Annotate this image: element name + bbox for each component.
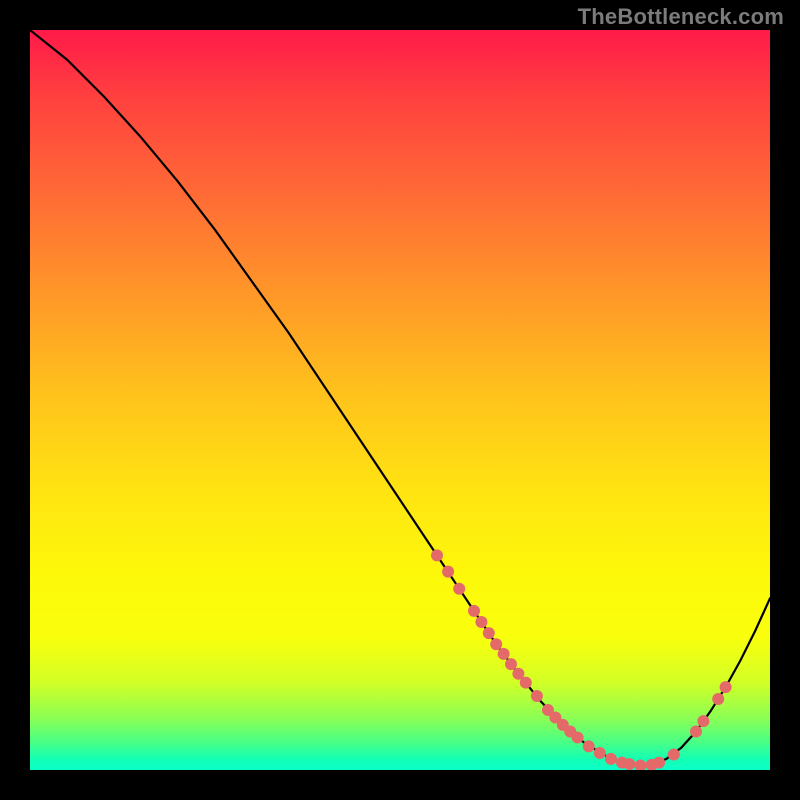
curve-marker: [697, 715, 709, 727]
curve-marker: [635, 760, 647, 770]
curve-marker: [531, 690, 543, 702]
curve-marker: [468, 605, 480, 617]
bottleneck-curve: [30, 30, 770, 766]
curve-marker: [483, 627, 495, 639]
curve-marker: [475, 616, 487, 628]
plot-area: [30, 30, 770, 770]
curve-marker: [712, 693, 724, 705]
curve-marker: [583, 740, 595, 752]
curve-marker: [490, 638, 502, 650]
chart-container: TheBottleneck.com: [0, 0, 800, 800]
curve-marker: [668, 748, 680, 760]
curve-marker: [572, 731, 584, 743]
curve-marker: [605, 753, 617, 765]
curve-marker: [442, 566, 454, 578]
curve-markers: [431, 549, 732, 770]
curve-marker: [431, 549, 443, 561]
curve-layer: [30, 30, 770, 770]
curve-marker: [720, 681, 732, 693]
curve-marker: [505, 658, 517, 670]
curve-marker: [594, 747, 606, 759]
attribution-label: TheBottleneck.com: [578, 4, 784, 30]
curve-marker: [520, 677, 532, 689]
curve-marker: [453, 583, 465, 595]
curve-marker: [653, 757, 665, 769]
curve-marker: [498, 648, 510, 660]
curve-marker: [623, 758, 635, 770]
curve-marker: [690, 726, 702, 738]
